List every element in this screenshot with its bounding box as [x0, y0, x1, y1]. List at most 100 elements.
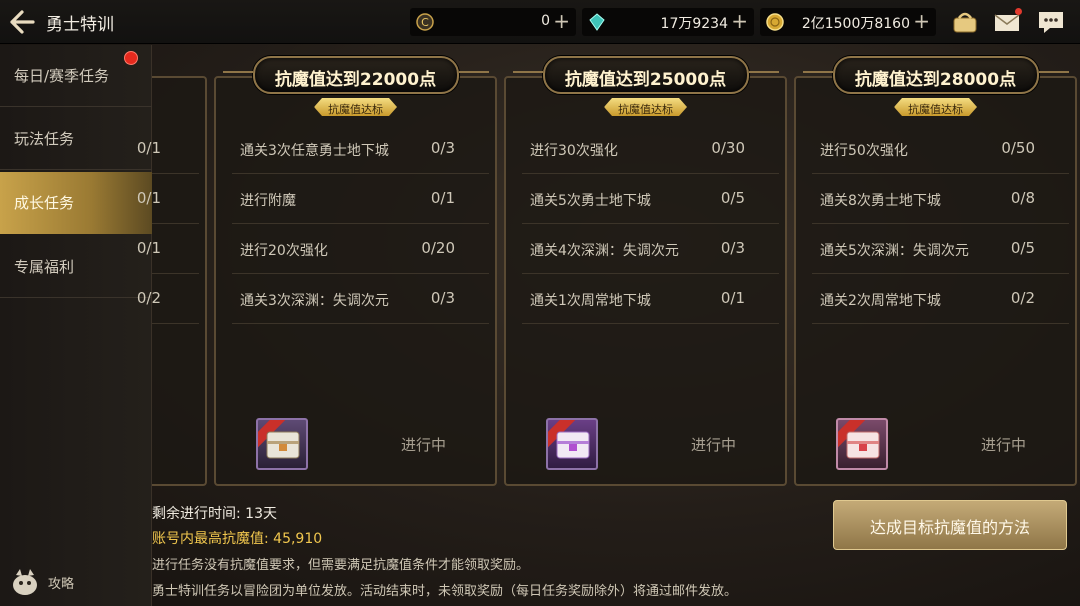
task-progress: 0/1 — [136, 139, 161, 157]
sidebar-item-gameplay[interactable]: 玩法任务 — [0, 108, 152, 170]
top-bar: 勇士特训 C 0 + 17万9234 + 2亿1500万8160 + — [0, 0, 1080, 44]
mail-notification-dot — [1015, 8, 1022, 15]
currency-gold-value: 2亿1500万8160 — [801, 16, 910, 32]
reward-chest[interactable] — [256, 418, 308, 470]
treasure-chest-icon — [266, 431, 300, 459]
guide-button[interactable]: 攻略 — [8, 567, 128, 597]
gold-coin-icon — [766, 13, 784, 31]
panel-title-plaque: 抗魔值达到25000点 — [512, 56, 779, 94]
task-row: 通关4次深渊：失调次元 0/3 — [522, 224, 779, 274]
treasure-chest-icon — [556, 431, 590, 459]
panel-title: 抗魔值达到22000点 — [274, 70, 437, 90]
sidebar-item-label: 每日/赛季任务 — [14, 67, 110, 85]
task-name: 通关3次深渊：失调次元 — [240, 293, 389, 309]
sidebar-item-exclusive[interactable]: 专属福利 — [0, 236, 152, 298]
resistance-method-label: 达成目标抗魔值的方法 — [869, 518, 1030, 537]
task-progress: 0/3 — [430, 289, 455, 307]
task-progress: 0/1 — [430, 189, 455, 207]
svg-text:C: C — [421, 16, 429, 29]
task-row: 进行附魔 0/1 — [232, 174, 489, 224]
task-progress: 0/1 — [136, 239, 161, 257]
crystal-icon — [589, 13, 605, 31]
task-status: 进行中 — [401, 436, 447, 454]
chat-icon[interactable] — [1036, 8, 1066, 36]
task-row: 通关5次深渊：失调次元 0/5 — [812, 224, 1069, 274]
task-progress: 0/2 — [1010, 289, 1035, 307]
task-name: 通关5次勇士地下城 — [530, 193, 651, 209]
task-row: 通关2次周常地下城 0/2 — [812, 274, 1069, 324]
task-progress: 0/1 — [136, 189, 161, 207]
bag-icon[interactable] — [950, 8, 980, 36]
note-requirement: 进行任务没有抗魔值要求，但需要满足抗魔值条件才能领取奖励。 — [152, 558, 530, 573]
task-progress: 0/20 — [421, 239, 455, 257]
add-gold-button[interactable]: + — [913, 9, 930, 33]
task-row: 通关1次周常地下城 0/1 — [522, 274, 779, 324]
task-row: 进行50次强化 0/50 — [812, 124, 1069, 174]
task-row: 进行30次强化 0/30 — [522, 124, 779, 174]
task-panel-22000: 抗魔值达到22000点 抗魔值达标 通关3次任意勇士地下城 0/3 进行附魔 0… — [214, 56, 497, 486]
task-name: 进行附魔 — [240, 193, 296, 209]
task-panel-25000: 抗魔值达到25000点 抗魔值达标 进行30次强化 0/30 通关5次勇士地下城… — [504, 56, 787, 486]
task-name: 通关1次周常地下城 — [530, 293, 651, 309]
task-row: 通关8次勇士地下城 0/8 — [812, 174, 1069, 224]
treasure-chest-icon — [846, 431, 880, 459]
currency-c: C 0 + — [410, 8, 576, 36]
currency-crystal-value: 17万9234 — [660, 16, 728, 32]
sidebar-item-label: 玩法任务 — [14, 130, 75, 148]
task-name: 进行50次强化 — [820, 143, 908, 159]
task-name: 通关4次深渊：失调次元 — [530, 243, 679, 259]
c-coin-icon: C — [416, 13, 434, 31]
sidebar-item-label: 专属福利 — [14, 258, 75, 276]
task-progress: 0/50 — [1001, 139, 1035, 157]
guide-mascot-icon — [13, 569, 37, 595]
note-distribution: 勇士特训任务以冒险团为单位发放。活动结束时，未领取奖励（每日任务奖励除外）将通过… — [152, 584, 738, 599]
currency-gold: 2亿1500万8160 + — [760, 8, 936, 36]
task-row: 通关5次勇士地下城 0/5 — [522, 174, 779, 224]
task-panel-partial: 0/1 0/1 0/1 0/2 — [137, 76, 207, 486]
task-name: 通关5次深渊：失调次元 — [820, 243, 969, 259]
guide-label: 攻略 — [48, 577, 75, 592]
task-name: 进行20次强化 — [240, 243, 328, 259]
max-resistance-label: 账号内最高抗魔值: — [152, 531, 269, 547]
currency-c-value: 0 — [541, 13, 550, 29]
task-progress: 0/3 — [430, 139, 455, 157]
task-status: 进行中 — [691, 436, 737, 454]
task-row: 进行20次强化 0/20 — [232, 224, 489, 274]
panel-title: 抗魔值达到25000点 — [564, 70, 727, 90]
task-name: 通关3次任意勇士地下城 — [240, 143, 389, 159]
resistance-method-button[interactable]: 达成目标抗魔值的方法 — [833, 500, 1067, 550]
add-c-button[interactable]: + — [553, 9, 570, 33]
sidebar-item-daily-season[interactable]: 每日/赛季任务 — [0, 45, 152, 107]
task-progress: 0/5 — [1010, 239, 1035, 257]
panel-title: 抗魔值达到28000点 — [854, 70, 1017, 90]
task-status: 进行中 — [981, 436, 1027, 454]
add-crystal-button[interactable]: + — [731, 9, 748, 33]
panel-title-plaque: 抗魔值达到22000点 — [222, 56, 489, 94]
currency-crystal: 17万9234 + — [582, 8, 754, 36]
remaining-time: 剩余进行时间: 13天 — [152, 503, 277, 523]
sidebar-item-growth[interactable]: 成长任务 — [0, 172, 152, 234]
max-resistance-value: 45,910 — [273, 531, 323, 547]
task-progress: 0/3 — [720, 239, 745, 257]
task-row: 通关3次深渊：失调次元 0/3 — [232, 274, 489, 324]
task-row: 0/1 — [137, 174, 199, 224]
task-progress: 0/1 — [720, 289, 745, 307]
task-row: 0/1 — [137, 124, 199, 174]
remaining-time-label: 剩余进行时间: — [152, 506, 241, 522]
reward-chest[interactable] — [836, 418, 888, 470]
task-progress: 0/2 — [136, 289, 161, 307]
page-title: 勇士特训 — [46, 15, 114, 35]
task-row: 通关3次任意勇士地下城 0/3 — [232, 124, 489, 174]
mail-button[interactable] — [992, 8, 1022, 36]
back-arrow-icon[interactable] — [8, 9, 36, 35]
task-name: 通关8次勇士地下城 — [820, 193, 941, 209]
task-panel-28000: 抗魔值达到28000点 抗魔值达标 进行50次强化 0/50 通关8次勇士地下城… — [794, 56, 1077, 486]
target-tag: 抗魔值达标 — [894, 98, 977, 116]
target-tag: 抗魔值达标 — [314, 98, 397, 116]
max-resistance: 账号内最高抗魔值: 45,910 — [152, 528, 322, 548]
remaining-time-value: 13天 — [245, 506, 277, 522]
sidebar: 每日/赛季任务 玩法任务 成长任务 专属福利 攻略 — [0, 45, 152, 606]
reward-chest[interactable] — [546, 418, 598, 470]
task-row: 0/2 — [137, 274, 199, 324]
task-progress: 0/5 — [720, 189, 745, 207]
